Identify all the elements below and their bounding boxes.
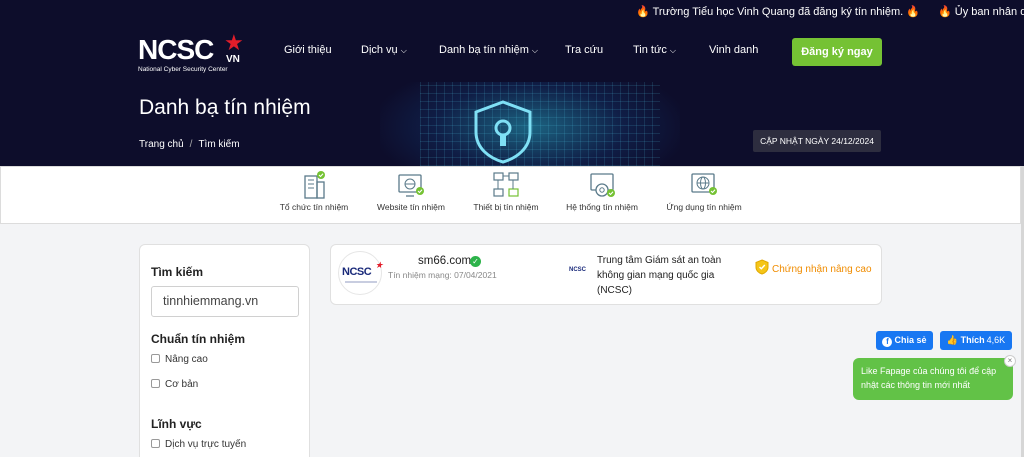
- chevron-down-icon: ⌵: [669, 46, 676, 55]
- page-title: Danh bạ tín nhiệm: [139, 96, 311, 119]
- checkbox-box[interactable]: [151, 354, 160, 363]
- checkbox-box[interactable]: [151, 439, 160, 448]
- checkbox-nang-cao[interactable]: Nâng cao: [151, 354, 208, 365]
- category-he-thong[interactable]: Hệ thống tín nhiệm: [547, 167, 657, 212]
- search-heading: Tìm kiếm: [151, 265, 204, 279]
- nav-danh-ba-tin-nhiem[interactable]: Danh bạ tín nhiệm ⌵: [439, 44, 538, 56]
- nav-tra-cuu[interactable]: Tra cứu: [565, 44, 603, 56]
- organization-name: Trung tâm Giám sát an toàn không gian mạ…: [597, 255, 722, 296]
- ncsc-logo[interactable]: NCSC ★ VN National Cyber Security Center: [138, 30, 248, 78]
- star-icon: ★: [224, 30, 244, 55]
- category-website[interactable]: Website tín nhiệm: [356, 167, 466, 212]
- news-ticker: 🔥 Trường Tiểu học Vinh Quang đã đăng ký …: [0, 0, 1024, 24]
- breadcrumb-current: Tìm kiếm: [198, 139, 240, 150]
- building-icon: [304, 171, 325, 199]
- app-globe-icon: [691, 173, 717, 195]
- gold-shield-icon: [755, 259, 769, 275]
- nav-vinh-danh[interactable]: Vinh danh: [709, 44, 758, 56]
- nav-dich-vu[interactable]: Dịch vụ ⌵: [361, 44, 407, 56]
- ticker-item[interactable]: 🔥 Ủy ban nhân dâ: [938, 5, 1024, 18]
- nav-tin-tuc[interactable]: Tin tức ⌵: [633, 44, 676, 56]
- close-icon[interactable]: ×: [1004, 355, 1016, 367]
- filter-sidebar: Tìm kiếm tinnhiemmang.vn Chuẩn tín nhiệm…: [139, 244, 310, 457]
- facebook-share-button[interactable]: f Chia sẻ: [876, 331, 933, 350]
- field-heading: Lĩnh vực: [151, 417, 202, 431]
- category-strip: Tổ chức tín nhiệm Website tín nhiệm Thiế…: [0, 166, 1021, 224]
- register-button[interactable]: Đăng ký ngay: [792, 38, 882, 66]
- facebook-icon: f: [882, 337, 893, 347]
- result-domain[interactable]: sm66.com: [418, 255, 471, 267]
- org-logo: NCSC: [569, 267, 587, 273]
- standard-heading: Chuẩn tín nhiệm: [151, 332, 245, 346]
- page-banner: Danh bạ tín nhiệm Trang chủ / Tìm kiếm CẬP…: [0, 82, 1024, 166]
- ticker-item[interactable]: 🔥 Trường Tiểu học Vinh Quang đã đăng ký …: [636, 5, 920, 18]
- checkbox-dich-vu-truc-tuyen[interactable]: Dịch vụ trực tuyến: [151, 439, 246, 450]
- website-icon: [398, 174, 424, 197]
- fire-icon: 🔥: [938, 6, 952, 18]
- category-ung-dung[interactable]: Ứng dụng tín nhiệm: [649, 167, 759, 212]
- category-to-chuc[interactable]: Tổ chức tín nhiệm: [259, 167, 369, 212]
- site-header: NCSC ★ VN National Cyber Security Center…: [0, 24, 1024, 82]
- verified-check-icon: ✓: [470, 256, 481, 267]
- result-logo: NCSC ★: [338, 251, 384, 295]
- checkbox-co-ban[interactable]: Cơ bản: [151, 379, 198, 390]
- thumbs-up-icon: 👍: [946, 335, 959, 345]
- result-card[interactable]: NCSC ★ sm66.com ✓ Tín nhiệm mạng: 07/04/…: [330, 244, 882, 305]
- fanpage-prompt[interactable]: Like Fapage của chúng tôi để cập nhật cá…: [853, 355, 1016, 400]
- shield-lock-icon: [474, 100, 532, 164]
- certification-badge: Chứng nhận nâng cao: [755, 259, 875, 279]
- fire-icon: 🔥: [636, 6, 650, 18]
- updated-badge: CẬP NHẬT NGÀY 24/12/2024: [753, 130, 881, 152]
- system-gear-icon: [590, 173, 615, 197]
- fire-icon: 🔥: [906, 6, 920, 18]
- search-input[interactable]: tinnhiemmang.vn: [151, 286, 299, 317]
- banner-grid: [420, 82, 660, 166]
- category-thiet-bi[interactable]: Thiết bị tín nhiệm: [451, 167, 561, 212]
- chevron-down-icon: ⌵: [531, 46, 538, 55]
- trusted-date: Tín nhiệm mạng: 07/04/2021: [388, 270, 497, 280]
- breadcrumb: Trang chủ / Tìm kiếm: [139, 139, 240, 150]
- checkbox-box[interactable]: [151, 379, 160, 388]
- nav-gioi-thieu[interactable]: Giới thiệu: [284, 44, 332, 56]
- star-icon: ★: [375, 260, 384, 270]
- device-network-icon: [493, 172, 519, 197]
- breadcrumb-home[interactable]: Trang chủ: [139, 139, 184, 150]
- logo-subline: [345, 281, 377, 283]
- facebook-like-button[interactable]: 👍 Thích 4,6K: [940, 331, 1012, 350]
- chevron-down-icon: ⌵: [400, 46, 407, 55]
